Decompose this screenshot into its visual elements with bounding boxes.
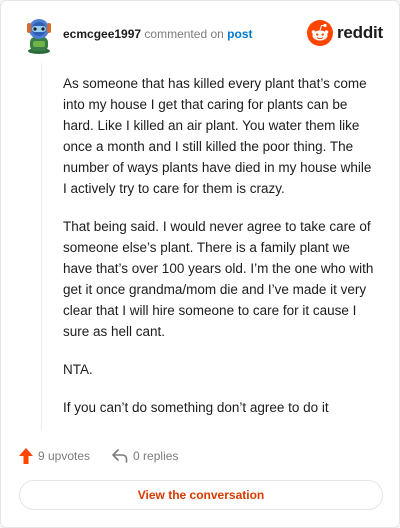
upvote-arrow-icon [19, 448, 33, 464]
comment-header: ecmcgee1997 commented on post reddit [21, 15, 383, 55]
comment-paragraph: As someone that has killed every plant t… [63, 76, 372, 196]
comment-paragraph: That being said. I would never agree to … [63, 219, 374, 339]
reddit-logo-icon [306, 20, 333, 46]
comment-meta: ecmcgee1997 commented on post [63, 27, 253, 41]
comment-body: As someone that has killed every plant t… [63, 73, 377, 435]
comment-actions: 9 upvotes 0 replies [19, 445, 178, 467]
thread-line [41, 63, 42, 431]
reddit-brand[interactable]: reddit [306, 19, 383, 47]
upvote-count: 9 upvotes [38, 449, 91, 463]
post-link[interactable]: post [227, 27, 252, 41]
reply-button[interactable]: 0 replies [112, 449, 178, 463]
reply-arrow-icon [112, 449, 128, 463]
comment-paragraph: NTA. [63, 362, 93, 377]
comment-card: ecmcgee1997 commented on post reddit As … [0, 0, 400, 528]
snoo-avatar-icon[interactable] [21, 15, 57, 55]
brand-name: reddit [336, 23, 383, 42]
comment-paragraph: If you can’t do something don’t agree to… [63, 400, 329, 415]
upvote-button[interactable]: 9 upvotes [19, 448, 90, 464]
action-text: commented on [144, 27, 224, 41]
reply-count: 0 replies [133, 449, 179, 463]
view-conversation-button[interactable]: View the conversation [19, 480, 383, 510]
username-link[interactable]: ecmcgee1997 [63, 27, 141, 41]
